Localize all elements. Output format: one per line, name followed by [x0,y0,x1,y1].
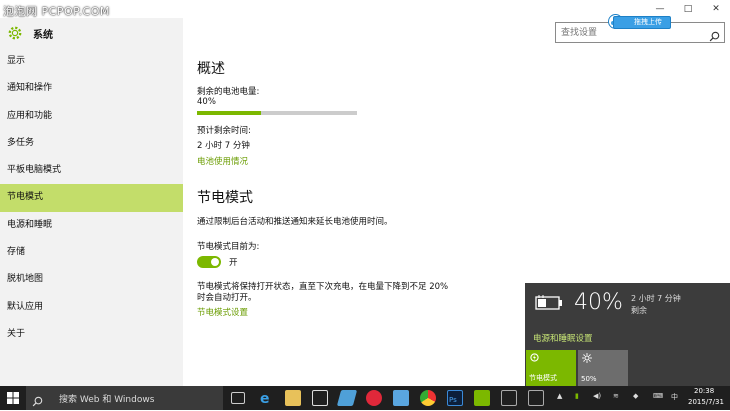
chrome-icon[interactable] [420,390,436,406]
store-icon[interactable] [312,390,328,406]
app-title: 系统 [33,29,53,41]
taskbar-search-text: 搜索 Web 和 Windows [59,395,155,405]
sidebar-item-notifications[interactable]: 通知和操作 [0,75,183,102]
sidebar: 系统 显示 通知和操作 应用和功能 多任务 平板电脑模式 节电模式 电源和睡眠 … [0,18,183,386]
gear-icon [4,22,26,44]
close-button[interactable]: ✕ [702,0,730,18]
sidebar-item-display[interactable]: 显示 [0,48,183,75]
start-button[interactable] [0,386,26,410]
photos-app-icon[interactable] [528,390,544,406]
taskbar: 搜索 Web 和 Windows e Ps ▲ ▮ ◀) ≋ ◆ ⌨ 中 20:… [0,386,730,410]
taskbar-search-box[interactable]: 搜索 Web 和 Windows [26,386,223,410]
clock-time[interactable]: 20:38 [694,387,714,395]
file-explorer-icon[interactable] [285,390,301,406]
windows-logo-icon [7,389,19,408]
battery-saver-description: 通过限制后台活动和推送通知来延长电池使用时间。 [197,217,393,227]
brightness-tile-label: 50% [581,375,597,383]
toggle-state-label: 开 [229,258,238,268]
tray-battery-icon[interactable]: ▮ [575,392,579,400]
photoshop-icon[interactable]: Ps [447,390,463,406]
svg-text:Ps: Ps [449,396,457,404]
sidebar-item-battery-saver[interactable]: 节电模式 [0,184,183,212]
power-sleep-settings-link[interactable]: 电源和睡眠设置 [533,332,593,344]
edge-browser-icon[interactable]: e [258,390,274,407]
settings-window: 泡泡网 PCPOP.COM — □ ✕ 系统 显示 通知和操作 应用和功能 多任… [0,0,730,386]
tray-chevron-icon[interactable]: ▲ [557,392,562,400]
mail-app-icon[interactable] [336,390,358,406]
battery-saver-tile[interactable]: 节电模式 [526,350,576,386]
battery-saver-tile-icon [530,353,539,365]
toggle-knob [211,258,219,266]
battery-remaining-value: 40% [197,97,216,107]
sidebar-item-power-sleep[interactable]: 电源和睡眠 [0,212,183,239]
battery-saver-state-label: 节电模式目前为: [197,242,260,252]
battery-saver-heading: 节电模式 [197,190,253,206]
battery-usage-link[interactable]: 电池使用情况 [197,155,248,167]
sidebar-item-apps[interactable]: 应用和功能 [0,103,183,130]
overview-heading: 概述 [197,61,225,77]
sidebar-item-about[interactable]: 关于 [0,321,183,348]
tray-network-icon[interactable]: ≋ [613,392,619,400]
sidebar-item-storage[interactable]: 存储 [0,239,183,266]
upload-tag[interactable]: 拖拽上传 [613,16,671,29]
battery-remaining-label: 剩余的电池电量: [197,87,260,97]
battery-level-bar [197,111,357,115]
battery-saver-settings-link[interactable]: 节电模式设置 [197,306,248,318]
flyout-time-remaining: 2 小时 7 分钟 [631,294,681,303]
flyout-remaining-label: 剩余 [631,306,647,315]
battery-saver-tile-label: 节电模式 [529,374,557,382]
battery-level-fill [197,111,261,115]
maximize-button[interactable]: □ [674,0,702,18]
search-icon [32,392,43,407]
sidebar-item-offline-maps[interactable]: 脱机地图 [0,266,183,293]
clock-date[interactable]: 2015/7/31 [688,398,724,406]
brightness-icon [582,353,592,366]
cloud-app-icon[interactable] [393,390,409,406]
battery-saver-toggle[interactable] [197,256,221,268]
app-header: 系统 [0,18,183,48]
task-view-icon[interactable] [231,392,245,404]
sidebar-item-default-apps[interactable]: 默认应用 [0,294,183,321]
sidebar-item-tablet-mode[interactable]: 平板电脑模式 [0,157,183,184]
music-app-icon[interactable] [366,390,382,406]
app-window-icon[interactable] [501,390,517,406]
battery-icon [535,295,563,311]
sidebar-item-multitasking[interactable]: 多任务 [0,130,183,157]
flyout-battery-percent: 40% [574,290,623,315]
ime-indicator[interactable]: 中 [671,392,678,402]
tray-keyboard-icon[interactable]: ⌨ [653,392,663,400]
watermark: 泡泡网 PCPOP.COM [3,5,110,18]
brightness-tile[interactable]: 50% [578,350,628,386]
estimate-label: 预计剩余时间: [197,126,251,136]
battery-flyout: 40% 2 小时 7 分钟 剩余 电源和睡眠设置 节电模式 50% [525,283,730,386]
svg-text:e: e [260,391,270,406]
battery-saver-note-line2: 时会自动打开。 [197,293,257,303]
estimate-value: 2 小时 7 分钟 [197,141,250,151]
settings-taskbar-icon[interactable] [474,390,490,406]
tray-app-icon[interactable]: ◆ [633,392,638,400]
search-icon[interactable] [709,27,720,42]
sidebar-nav: 显示 通知和操作 应用和功能 多任务 平板电脑模式 节电模式 电源和睡眠 存储 … [0,48,183,348]
tray-volume-icon[interactable]: ◀) [593,392,601,400]
